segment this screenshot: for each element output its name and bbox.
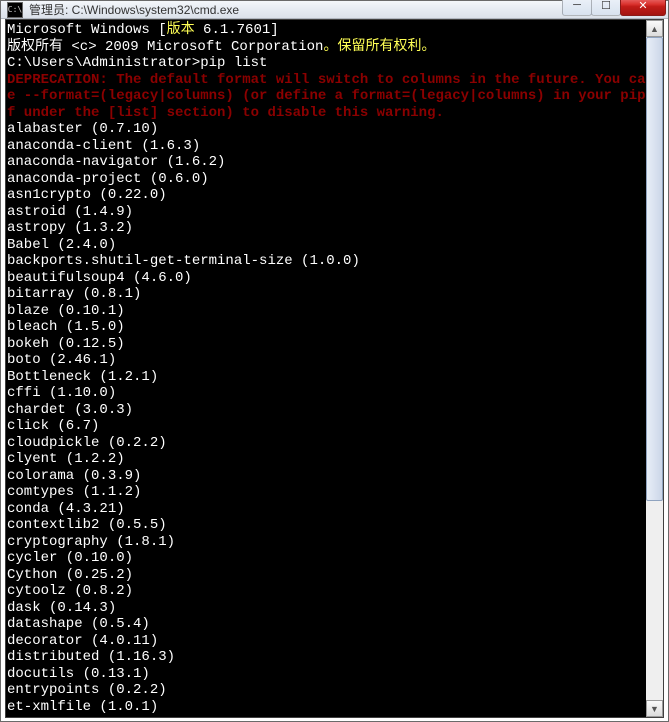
package-line: backports.shutil-get-terminal-size (1.0.… bbox=[7, 253, 645, 270]
package-line: colorama (0.3.9) bbox=[7, 468, 645, 485]
terminal-output: Microsoft Windows [版本 6.1.7601]版权所有 <c> … bbox=[6, 20, 646, 717]
package-line: anaconda-navigator (1.6.2) bbox=[7, 154, 645, 171]
package-line: alabaster (0.7.10) bbox=[7, 121, 645, 138]
package-line: chardet (3.0.3) bbox=[7, 402, 645, 419]
scroll-track[interactable] bbox=[646, 37, 663, 700]
window-buttons: ─ ☐ ✕ bbox=[563, 0, 666, 16]
cmd-icon: C:\ bbox=[7, 2, 23, 18]
package-line: astroid (1.4.9) bbox=[7, 204, 645, 221]
package-line: comtypes (1.1.2) bbox=[7, 484, 645, 501]
package-line: beautifulsoup4 (4.6.0) bbox=[7, 270, 645, 287]
window-title: 管理员: C:\Windows\system32\cmd.exe bbox=[23, 1, 563, 18]
package-line: docutils (0.13.1) bbox=[7, 666, 645, 683]
package-line: decorator (4.0.11) bbox=[7, 633, 645, 650]
scroll-up-button[interactable]: ▲ bbox=[646, 20, 663, 37]
package-line: Bottleneck (1.2.1) bbox=[7, 369, 645, 386]
package-line: datashape (0.5.4) bbox=[7, 616, 645, 633]
package-line: entrypoints (0.2.2) bbox=[7, 682, 645, 699]
package-line: bokeh (0.12.5) bbox=[7, 336, 645, 353]
maximize-button[interactable]: ☐ bbox=[591, 0, 621, 16]
package-line: Cython (0.25.2) bbox=[7, 567, 645, 584]
client-area: Microsoft Windows [版本 6.1.7601]版权所有 <c> … bbox=[5, 19, 664, 718]
package-line: cytoolz (0.8.2) bbox=[7, 583, 645, 600]
package-line: blaze (0.10.1) bbox=[7, 303, 645, 320]
package-line: boto (2.46.1) bbox=[7, 352, 645, 369]
package-line: anaconda-project (0.6.0) bbox=[7, 171, 645, 188]
package-line: conda (4.3.21) bbox=[7, 501, 645, 518]
package-line: bleach (1.5.0) bbox=[7, 319, 645, 336]
titlebar[interactable]: C:\ 管理员: C:\Windows\system32\cmd.exe ─ ☐… bbox=[1, 1, 668, 19]
command-prompt-window: C:\ 管理员: C:\Windows\system32\cmd.exe ─ ☐… bbox=[0, 0, 669, 722]
package-line: distributed (1.16.3) bbox=[7, 649, 645, 666]
package-line: click (6.7) bbox=[7, 418, 645, 435]
scroll-down-button[interactable]: ▼ bbox=[646, 700, 663, 717]
package-line: asn1crypto (0.22.0) bbox=[7, 187, 645, 204]
scroll-thumb[interactable] bbox=[646, 37, 663, 501]
package-line: contextlib2 (0.5.5) bbox=[7, 517, 645, 534]
package-line: clyent (1.2.2) bbox=[7, 451, 645, 468]
package-line: et-xmlfile (1.0.1) bbox=[7, 699, 645, 716]
package-line: cloudpickle (0.2.2) bbox=[7, 435, 645, 452]
package-line: dask (0.14.3) bbox=[7, 600, 645, 617]
package-line: cffi (1.10.0) bbox=[7, 385, 645, 402]
scrollbar[interactable]: ▲ ▼ bbox=[646, 20, 663, 717]
package-line: bitarray (0.8.1) bbox=[7, 286, 645, 303]
package-line: cycler (0.10.0) bbox=[7, 550, 645, 567]
package-line: anaconda-client (1.6.3) bbox=[7, 138, 645, 155]
package-line: astropy (1.3.2) bbox=[7, 220, 645, 237]
package-line: cryptography (1.8.1) bbox=[7, 534, 645, 551]
package-line: Babel (2.4.0) bbox=[7, 237, 645, 254]
close-button[interactable]: ✕ bbox=[620, 0, 666, 16]
minimize-button[interactable]: ─ bbox=[562, 0, 592, 16]
